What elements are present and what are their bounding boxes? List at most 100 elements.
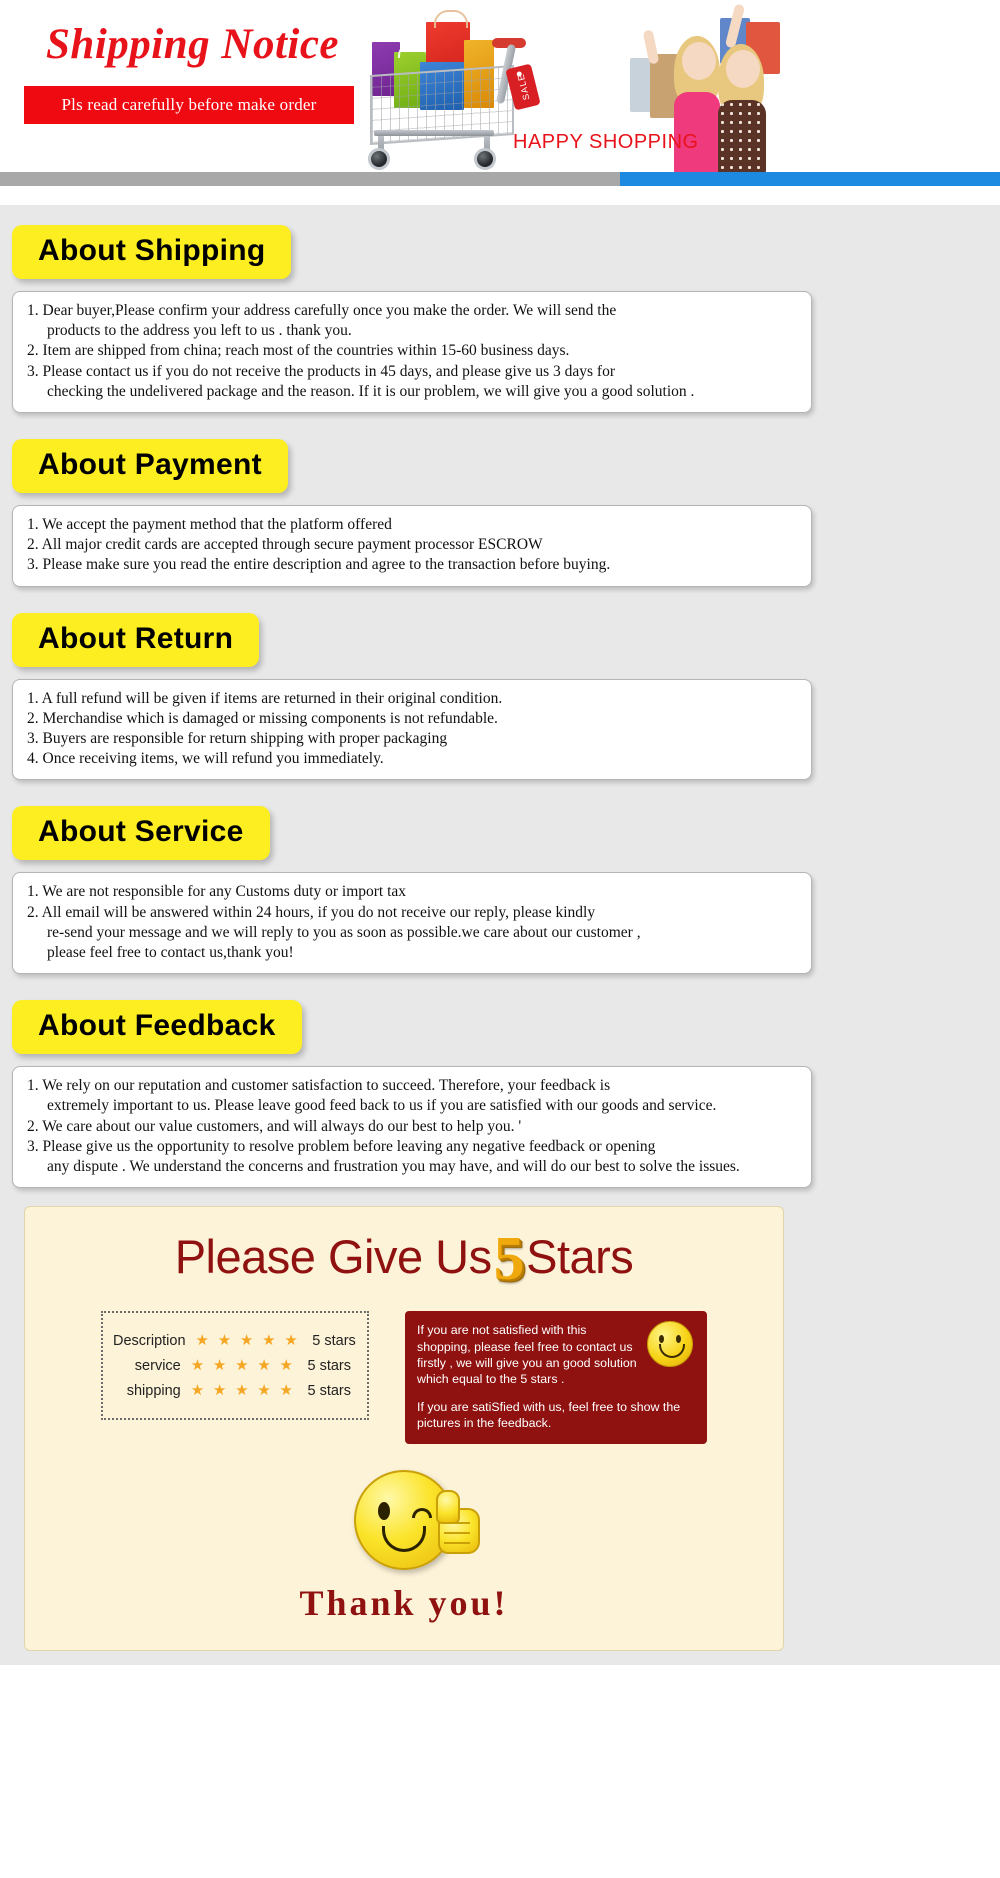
rating-label: Description bbox=[113, 1332, 186, 1349]
list-item-text: We accept the payment method that the pl… bbox=[42, 516, 392, 534]
thumbs-up-smiley-illustration bbox=[25, 1469, 783, 1578]
list-item-number: 1. bbox=[27, 883, 39, 901]
list-item-text: Buyers are responsible for return shippi… bbox=[42, 730, 448, 748]
section-badge-label: About Service bbox=[38, 815, 244, 849]
page-title: Shipping Notice bbox=[46, 21, 340, 68]
list-item-number: 1. bbox=[27, 689, 39, 707]
section-about-payment: About Payment 1. We accept the payment me… bbox=[0, 419, 1000, 587]
list-item-text: All email will be answered within 24 hou… bbox=[41, 903, 641, 962]
smiley-mouth bbox=[659, 1344, 685, 1359]
list-item: 3. Please make sure you read the entire … bbox=[27, 555, 797, 575]
rating-value: 5 stars bbox=[307, 1382, 351, 1399]
winking-smiley-icon bbox=[354, 1469, 480, 1570]
section-list: 1. We rely on our reputation and custome… bbox=[27, 1076, 797, 1177]
divider-gray bbox=[0, 172, 620, 186]
thumb-finger-line-3 bbox=[444, 1541, 470, 1544]
smiley-face-icon bbox=[647, 1321, 693, 1368]
satisfaction-callout: If you are not satisfied with this shopp… bbox=[405, 1311, 707, 1444]
section-badge-label: About Return bbox=[38, 621, 234, 655]
shopper-body-right bbox=[718, 100, 766, 178]
star-rating-icon: ★ ★ ★ ★ ★ bbox=[190, 1383, 296, 1400]
cart-wheel-right bbox=[474, 148, 496, 170]
list-item: 1. We rely on our reputation and custome… bbox=[27, 1076, 797, 1116]
list-item-number: 1. bbox=[27, 302, 39, 319]
list-item: 2. Merchandise which is damaged or missi… bbox=[27, 709, 797, 729]
shopper-head-left bbox=[682, 42, 716, 80]
list-item: 2. All email will be answered within 24 … bbox=[27, 903, 797, 964]
list-item-number: 3. bbox=[27, 1137, 39, 1155]
section-list: 1. We are not responsible for any Custom… bbox=[27, 882, 797, 963]
list-item: 1. A full refund will be given if items … bbox=[27, 689, 797, 709]
list-item-number: 1. bbox=[27, 1077, 39, 1095]
section-list: 1. Dear buyer,Please confirm your addres… bbox=[27, 301, 797, 402]
list-item-text: All major credit cards are accepted thro… bbox=[41, 536, 543, 554]
rating-row: shipping ★ ★ ★ ★ ★ 5 stars bbox=[113, 1381, 351, 1400]
rating-label: service bbox=[134, 1357, 181, 1374]
rating-and-callout-row: Description ★ ★ ★ ★ ★ 5 stars service ★ ★ ★ … bbox=[25, 1311, 783, 1444]
section-card: 1. We rely on our reputation and custome… bbox=[12, 1066, 812, 1189]
list-item-text: Please make sure you read the entire des… bbox=[42, 556, 611, 574]
rating-request-panel: Please Give Us 5 Stars Description ★ ★ ★ … bbox=[24, 1206, 784, 1651]
section-card: 1. A full refund will be given if items … bbox=[12, 678, 812, 781]
list-item: 1. We are not responsible for any Custom… bbox=[27, 882, 797, 902]
list-item-text: Please contact us if you do not receive … bbox=[42, 362, 695, 400]
notice-body: About Shipping 1. Dear buyer,Please confi… bbox=[0, 205, 1000, 1665]
headline-after: Stars bbox=[526, 1229, 634, 1283]
list-item-number: 2. bbox=[27, 342, 39, 360]
rating-label: shipping bbox=[126, 1382, 181, 1399]
list-item-number: 4. bbox=[27, 750, 39, 768]
rating-rows-container: Description ★ ★ ★ ★ ★ 5 stars service ★ ★ ★ … bbox=[113, 1331, 356, 1400]
list-item-text: Item are shipped from china; reach most … bbox=[42, 342, 570, 360]
bag-handle-red bbox=[434, 10, 468, 28]
rating-row: service ★ ★ ★ ★ ★ 5 stars bbox=[113, 1356, 351, 1375]
happy-shopping-label: HAPPY SHOPPING bbox=[513, 131, 699, 153]
list-item-number: 2. bbox=[27, 709, 39, 727]
sections-container: About Shipping 1. Dear buyer,Please confi… bbox=[0, 205, 1000, 1189]
section-about-shipping: About Shipping 1. Dear buyer,Please confi… bbox=[0, 205, 1000, 414]
section-badge: About Service bbox=[12, 806, 270, 861]
list-item-text: Merchandise which is damaged or missing … bbox=[42, 709, 498, 727]
list-item-text: Dear buyer,Please confirm your address c… bbox=[42, 302, 617, 340]
section-badge: About Shipping bbox=[12, 225, 292, 279]
section-badge: About Payment bbox=[12, 439, 288, 494]
headline-before: Please Give Us bbox=[174, 1229, 492, 1283]
thumb-up-digit bbox=[436, 1489, 460, 1524]
cart-wheel-left bbox=[368, 148, 390, 170]
section-badge-label: About Payment bbox=[38, 448, 262, 482]
shopper-head-right bbox=[726, 50, 760, 88]
thank-you-text: Thank you! bbox=[299, 1582, 509, 1623]
list-item-text: We care about our value customers, and w… bbox=[42, 1117, 522, 1135]
section-list: 1. We accept the payment method that the… bbox=[27, 515, 797, 576]
list-item-number: 3. bbox=[27, 362, 39, 380]
smiley-eye-open bbox=[378, 1501, 390, 1520]
list-item: 2. All major credit cards are accepted t… bbox=[27, 535, 797, 555]
thumb-finger-line-2 bbox=[444, 1531, 470, 1534]
list-item-number: 3. bbox=[27, 556, 39, 574]
list-item-text: We rely on our reputation and customer s… bbox=[42, 1077, 717, 1115]
section-card: 1. Dear buyer,Please confirm your addres… bbox=[12, 291, 812, 414]
thumbs-up-icon bbox=[430, 1489, 482, 1554]
headline-number-five: 5 bbox=[493, 1225, 525, 1294]
section-badge: About Return bbox=[12, 612, 260, 667]
smiley-eye-wink bbox=[412, 1507, 432, 1518]
callout-paragraph-second: If you are satiSfied with us, feel free … bbox=[417, 1399, 681, 1431]
section-badge: About Feedback bbox=[12, 1000, 302, 1055]
section-badge-label: About Feedback bbox=[38, 1009, 276, 1043]
cart-base-bar bbox=[374, 130, 494, 136]
list-item-text: Once receiving items, we will refund you… bbox=[42, 750, 384, 768]
star-rating-icon: ★ ★ ★ ★ ★ bbox=[195, 1333, 301, 1350]
list-item-number: 1. bbox=[27, 516, 39, 534]
list-item-text: We are not responsible for any Customs d… bbox=[42, 883, 407, 901]
list-item-text: Please give us the opportunity to resolv… bbox=[42, 1137, 740, 1176]
list-item: 3. Buyers are responsible for return shi… bbox=[27, 729, 797, 749]
section-about-return: About Return 1. A full refund will be giv… bbox=[0, 593, 1000, 781]
notice-subbar-label: Pls read carefully before make order bbox=[61, 95, 317, 114]
section-list: 1. A full refund will be given if items … bbox=[27, 689, 797, 770]
rating-value: 5 stars bbox=[312, 1332, 356, 1349]
list-item-number: 2. bbox=[27, 536, 39, 554]
rating-row: Description ★ ★ ★ ★ ★ 5 stars bbox=[113, 1331, 356, 1350]
notice-subbar: Pls read carefully before make order bbox=[24, 86, 354, 124]
list-item-number: 2. bbox=[27, 1117, 39, 1135]
section-about-feedback: About Feedback 1. We rely on our reputati… bbox=[0, 980, 1000, 1189]
section-card: 1. We are not responsible for any Custom… bbox=[12, 872, 812, 975]
